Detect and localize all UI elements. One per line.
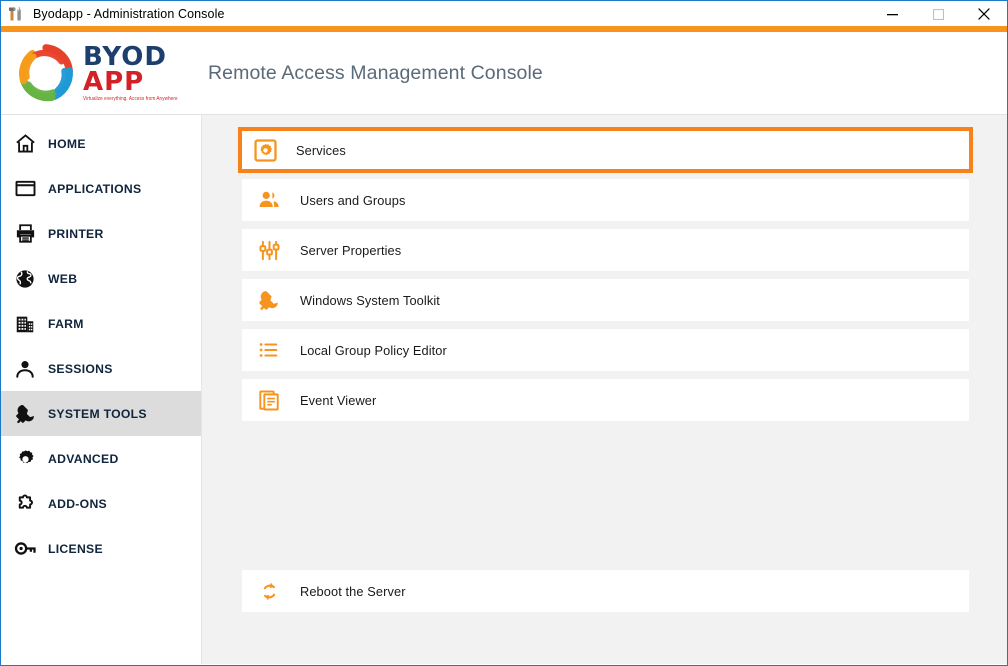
window-controls [869, 1, 1007, 27]
window-icon [12, 176, 38, 202]
tool-row-windows-system-toolkit[interactable]: Windows System Toolkit [242, 279, 969, 321]
sidebar-item-label: ADVANCED [48, 451, 119, 466]
sidebar-item-home[interactable]: HOME [1, 121, 201, 166]
tool-row-reboot-server[interactable]: Reboot the Server [242, 570, 969, 612]
gear-icon [12, 446, 38, 472]
sidebar-item-label: PRINTER [48, 226, 104, 241]
tool-label: Users and Groups [300, 192, 406, 208]
tool-label: Reboot the Server [300, 583, 406, 599]
main-content: Services Users and Groups Server Propert… [202, 115, 1007, 664]
key-icon [12, 536, 38, 562]
sidebar-item-label: HOME [48, 136, 86, 151]
application-window: Byodapp - Administration Console BYOD AP… [0, 0, 1008, 666]
window-title: Byodapp - Administration Console [33, 6, 225, 21]
puzzle-piece-icon [12, 491, 38, 517]
close-icon [978, 8, 990, 20]
tool-row-server-properties[interactable]: Server Properties [242, 229, 969, 271]
refresh-sync-icon [255, 577, 283, 605]
page-title: Remote Access Management Console [208, 61, 543, 84]
sidebar-item-label: SYSTEM TOOLS [48, 406, 147, 421]
sidebar-item-label: SESSIONS [48, 361, 113, 376]
logo-brand-top: BYOD [83, 42, 167, 73]
sidebar-item-farm[interactable]: FARM [1, 301, 201, 346]
logo-wordmark: BYOD APP Virtualize everything. Access f… [83, 42, 178, 102]
tool-row-event-viewer[interactable]: Event Viewer [242, 379, 969, 421]
tool-label: Services [296, 142, 346, 158]
tool-row-local-group-policy-editor[interactable]: Local Group Policy Editor [242, 329, 969, 371]
sidebar-item-web[interactable]: WEB [1, 256, 201, 301]
sidebar-item-label: ADD-ONS [48, 496, 107, 511]
minimize-icon [886, 13, 898, 15]
reboot-section: Reboot the Server [242, 570, 969, 612]
list-icon [255, 336, 283, 364]
tools-hammer-wrench-icon [9, 6, 21, 21]
title-bar: Byodapp - Administration Console [1, 0, 1007, 27]
tool-label: Windows System Toolkit [300, 292, 440, 308]
wrench-icon [12, 401, 38, 427]
sidebar-item-label: FARM [48, 316, 84, 331]
home-icon [12, 131, 38, 157]
sidebar-item-label: LICENSE [48, 541, 103, 556]
sidebar-item-applications[interactable]: APPLICATIONS [1, 166, 201, 211]
close-button[interactable] [961, 1, 1007, 27]
sidebar-item-sessions[interactable]: SESSIONS [1, 346, 201, 391]
tool-row-users-and-groups[interactable]: Users and Groups [242, 179, 969, 221]
sidebar: HOME APPLICATIONS PRINTER WEB FARM SESSI… [1, 115, 202, 664]
user-icon [12, 356, 38, 382]
maximize-icon [932, 8, 944, 20]
globe-icon [12, 266, 38, 292]
byodapp-swirl-logo-icon [19, 44, 73, 102]
maximize-button[interactable] [915, 1, 961, 27]
sidebar-item-label: WEB [48, 271, 78, 286]
tool-row-services[interactable]: Services [238, 127, 973, 173]
header-band: BYOD APP Virtualize everything. Access f… [1, 32, 1007, 115]
sidebar-item-printer[interactable]: PRINTER [1, 211, 201, 256]
building-icon [12, 311, 38, 337]
documents-stack-icon [255, 386, 283, 414]
sliders-icon [255, 236, 283, 264]
sidebar-item-label: APPLICATIONS [48, 181, 142, 196]
users-group-icon [255, 186, 283, 214]
brand-logo: BYOD APP Virtualize everything. Access f… [1, 32, 202, 115]
logo-tagline: Virtualize everything. Access from Anywh… [83, 95, 178, 102]
printer-icon [12, 221, 38, 247]
services-gear-box-icon [251, 136, 279, 164]
tool-label: Local Group Policy Editor [300, 342, 447, 358]
body-split: HOME APPLICATIONS PRINTER WEB FARM SESSI… [1, 115, 1007, 664]
system-tools-list: Services Users and Groups Server Propert… [238, 127, 973, 421]
minimize-button[interactable] [869, 1, 915, 27]
sidebar-item-add-ons[interactable]: ADD-ONS [1, 481, 201, 526]
wrench-icon [255, 286, 283, 314]
tool-label: Event Viewer [300, 392, 377, 408]
sidebar-item-system-tools[interactable]: SYSTEM TOOLS [1, 391, 201, 436]
logo-brand-bottom: APP [83, 66, 145, 97]
sidebar-item-advanced[interactable]: ADVANCED [1, 436, 201, 481]
sidebar-item-license[interactable]: LICENSE [1, 526, 201, 571]
tool-label: Server Properties [300, 242, 402, 258]
